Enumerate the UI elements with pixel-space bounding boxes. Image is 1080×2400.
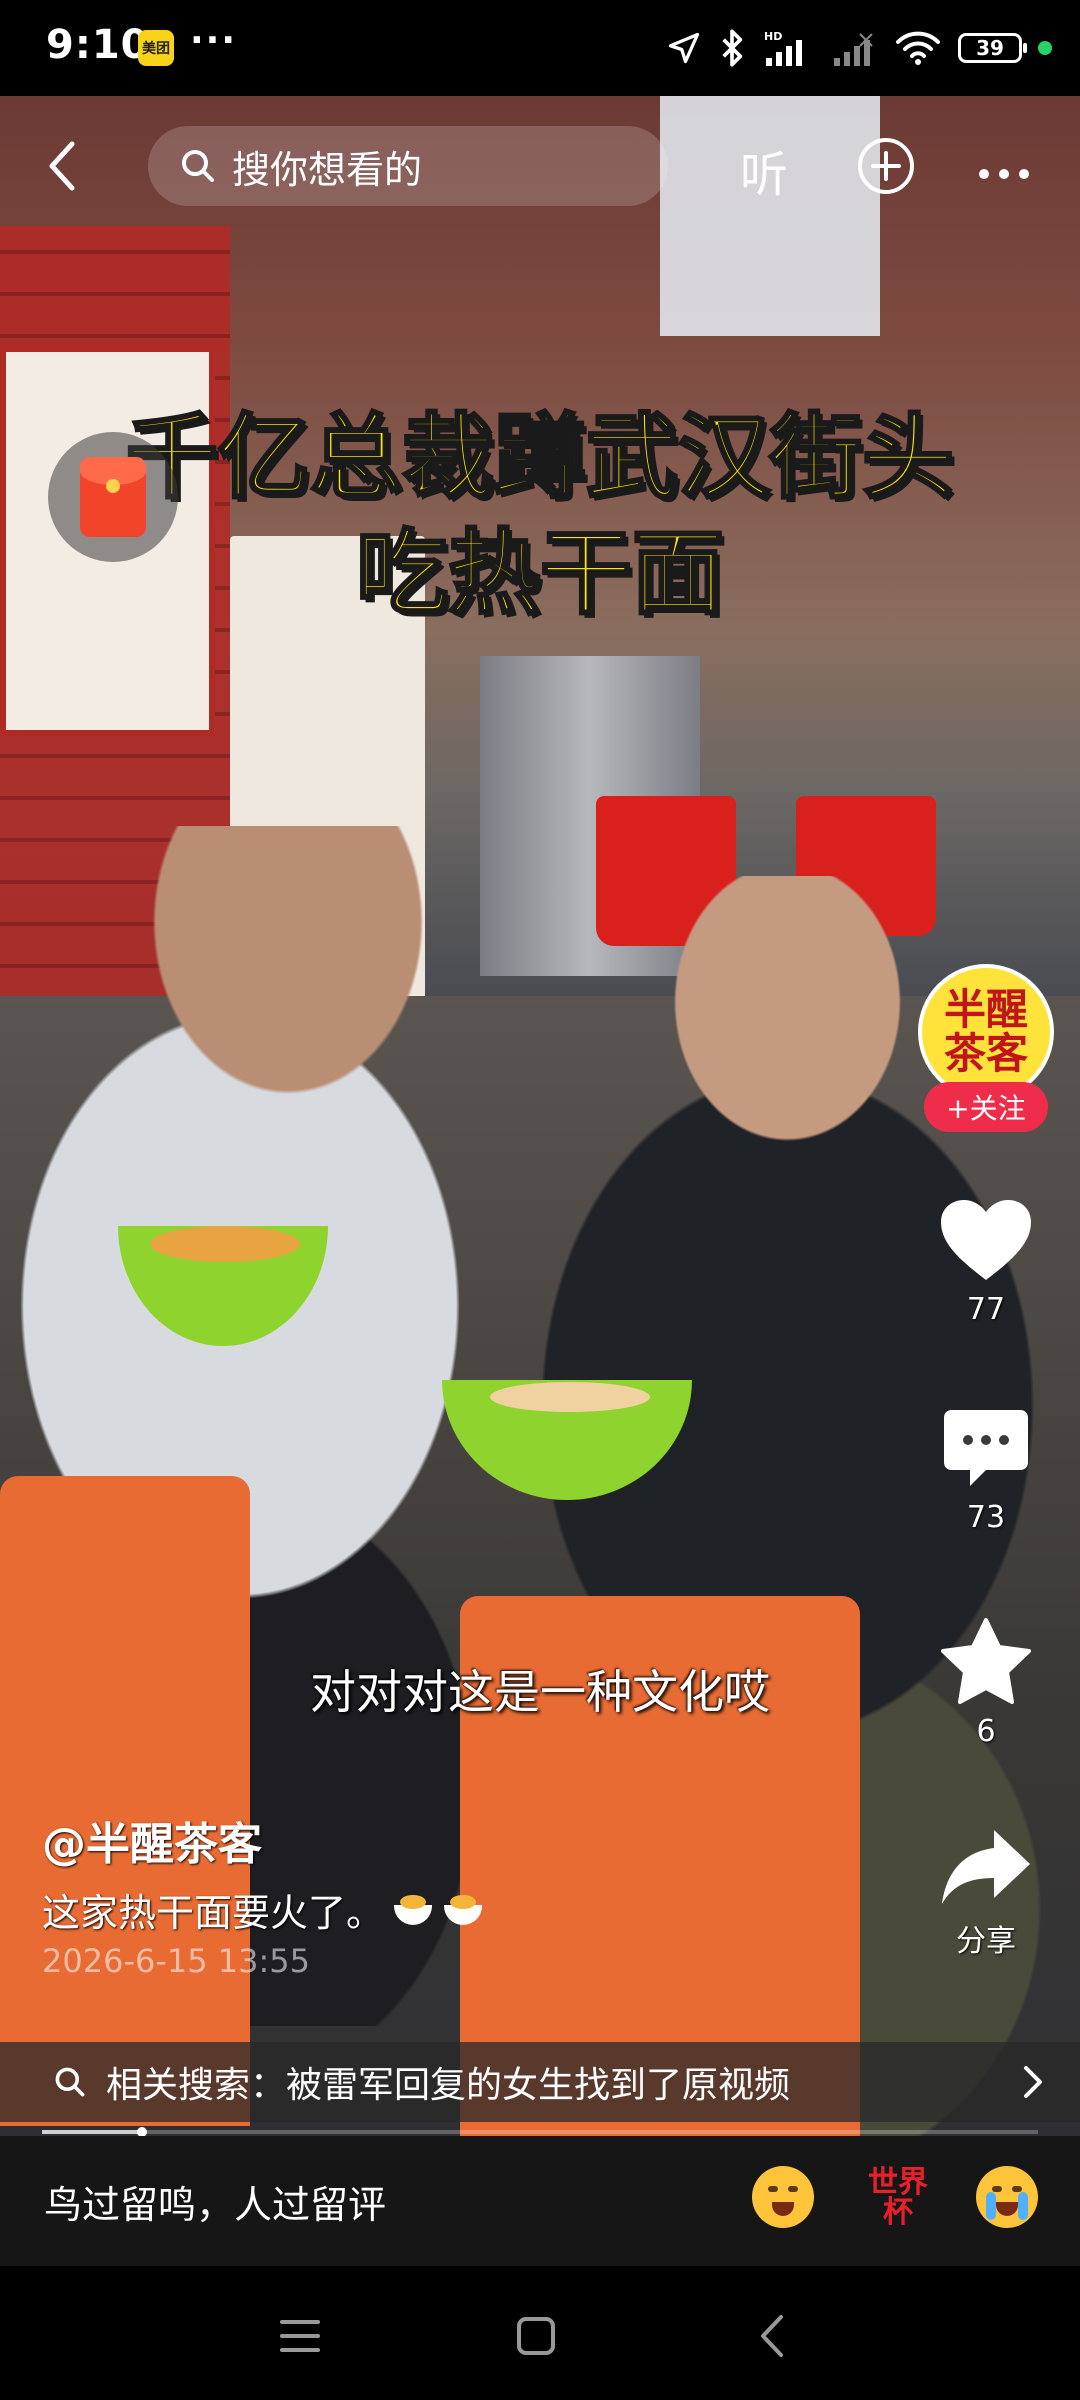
search-placeholder: 搜你想看的	[232, 147, 423, 192]
video-noodles	[490, 1382, 650, 1412]
chevron-right-icon	[1024, 2066, 1042, 2098]
svg-text:HD: HD	[764, 30, 782, 43]
avatar-text: 茶客	[943, 1029, 1028, 1078]
red-packet-button[interactable]	[48, 432, 178, 562]
menu-icon	[280, 2320, 320, 2352]
share-arrow-icon	[942, 1830, 1030, 1904]
status-bar: 9:10 美团 ··· HD 39	[0, 0, 1080, 96]
comment-count: 73	[966, 1500, 1006, 1535]
world-cup-text: 世界	[868, 2165, 928, 2200]
related-search-label: 相关搜索：被雷军回复的女生找到了原视频	[106, 2065, 791, 2106]
video-background-menu	[660, 96, 880, 336]
bluetooth-icon	[722, 29, 743, 67]
favorite-count: 6	[976, 1714, 996, 1749]
related-search-bar[interactable]: 相关搜索：被雷军回复的女生找到了原视频	[0, 2042, 1080, 2122]
system-nav-bar	[0, 2266, 1080, 2400]
video-headline: 吃热干面	[354, 520, 725, 627]
noodle-bowl-icon	[392, 1893, 434, 1927]
wifi-icon	[896, 31, 940, 65]
video-subtitle: 对对对这是一种文化哎	[310, 1665, 770, 1719]
avatar-text: 半醒	[943, 984, 1028, 1034]
star-icon	[941, 1618, 1031, 1704]
laughing-emoji-icon[interactable]	[752, 2166, 814, 2228]
emoji-mouth	[996, 2202, 1018, 2216]
red-packet-icon	[80, 457, 146, 537]
privacy-indicator-dot	[1038, 41, 1052, 55]
search-icon	[182, 150, 214, 182]
post-timestamp: 2026-6-15 13:55	[42, 1942, 310, 1980]
location-arrow-icon	[668, 32, 700, 64]
video-noodles	[150, 1226, 300, 1262]
signal-weak-icon	[834, 33, 873, 66]
noodle-bowl-icon	[442, 1893, 484, 1927]
search-bar[interactable]: 搜你想看的	[148, 126, 668, 206]
share-label: 分享	[956, 1924, 1016, 1959]
description-text: 这家热干面要火了。	[42, 1891, 385, 1935]
meituan-app-icon: 美团	[138, 30, 174, 66]
emoji-mouth	[772, 2202, 794, 2216]
favorite-button[interactable]: 6	[922, 1616, 1050, 1749]
heart-icon	[941, 1200, 1031, 1280]
back-button[interactable]	[40, 136, 84, 196]
video-progress-bar[interactable]	[42, 2127, 1038, 2137]
add-button[interactable]	[856, 136, 916, 196]
creator-avatar[interactable]: 半醒 茶客	[918, 964, 1054, 1100]
search-icon	[55, 2067, 85, 2097]
emoji-tear	[986, 2192, 996, 2220]
more-notifications-icon: ···	[190, 20, 238, 61]
listen-button[interactable]: 听	[740, 135, 788, 205]
world-cup-emoji-icon[interactable]: 世界 杯	[858, 2162, 938, 2234]
like-button[interactable]: 77	[922, 1196, 1050, 1327]
follow-button[interactable]: +关注	[924, 1082, 1048, 1132]
world-cup-text: 杯	[883, 2195, 913, 2230]
signal-hd-icon: HD	[764, 30, 802, 66]
emoji-tear	[1018, 2192, 1028, 2220]
status-time: 9:10	[46, 22, 150, 68]
home-square-icon	[517, 2317, 555, 2355]
comment-bubble-icon	[944, 1410, 1028, 1486]
nav-back-button[interactable]	[742, 2306, 802, 2366]
crying-emoji-icon[interactable]	[976, 2166, 1038, 2228]
home-button[interactable]	[506, 2306, 566, 2366]
status-icons: HD 39	[666, 26, 1052, 70]
share-button[interactable]: 分享	[922, 1826, 1050, 1960]
comment-bar: 鸟过留鸣，人过留评 世界 杯	[0, 2136, 1080, 2266]
comment-button[interactable]: 73	[922, 1406, 1050, 1535]
like-count: 77	[966, 1292, 1006, 1327]
plus-circle-icon	[858, 138, 914, 194]
menu-button[interactable]	[270, 2306, 330, 2366]
video-stool	[0, 1476, 250, 2126]
video-progress-fill	[42, 2130, 142, 2134]
back-arrow-icon	[49, 141, 75, 191]
author-name[interactable]: @半醒茶客	[42, 1808, 262, 1872]
battery-indicator: 39	[958, 33, 1027, 63]
comment-input[interactable]: 鸟过留鸣，人过留评	[44, 2174, 386, 2229]
more-options-icon[interactable]	[976, 148, 1032, 192]
back-chevron-icon	[761, 2315, 783, 2357]
video-description: 这家热干面要火了。	[42, 1882, 484, 1937]
